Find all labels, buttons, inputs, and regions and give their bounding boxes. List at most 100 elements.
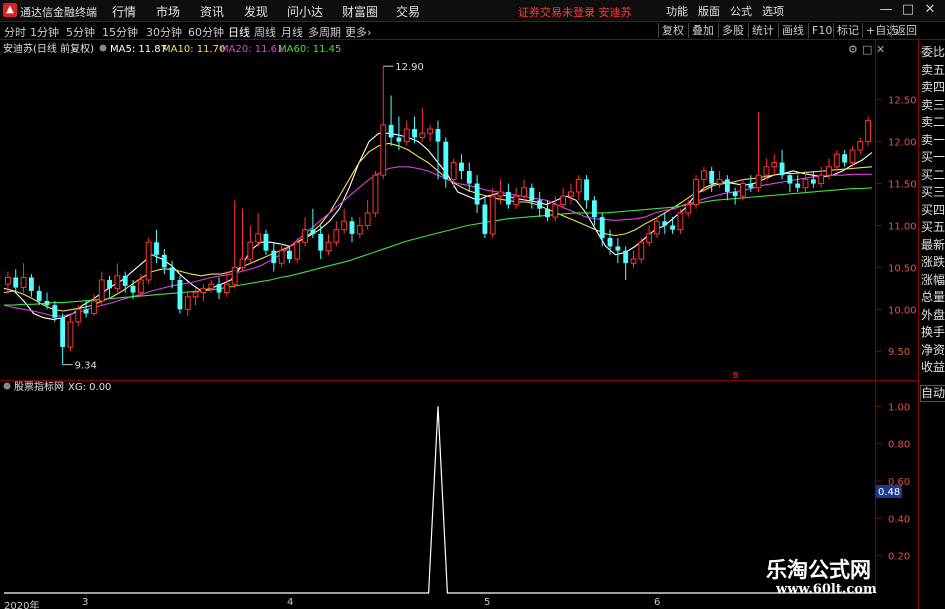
candle-body — [740, 183, 746, 197]
side-item[interactable]: 卖四 — [921, 79, 945, 95]
menu-hangqing[interactable]: 行情 — [112, 3, 136, 20]
candle-body — [646, 233, 653, 243]
menu-faxian[interactable]: 发现 — [244, 3, 268, 20]
low-label: 9.34 — [75, 361, 97, 372]
indicator-tick-label: 0.80 — [888, 440, 910, 451]
side-item[interactable]: 委比 — [921, 44, 945, 60]
date-label-month-6: 6 — [654, 597, 661, 608]
period-weekly[interactable]: 周线 — [254, 24, 276, 40]
period-60min[interactable]: 60分钟 — [188, 24, 224, 40]
pane-close-icon[interactable]: ✕ — [876, 43, 885, 56]
period-30min[interactable]: 30分钟 — [146, 24, 182, 40]
side-item[interactable]: 买三 — [921, 184, 945, 200]
pane-settings-icon[interactable]: ⚙ — [848, 43, 858, 56]
candle-body — [779, 162, 785, 176]
mark-button[interactable]: 标记 — [833, 23, 862, 38]
side-item[interactable]: 收益 — [921, 359, 945, 375]
watermark-title: 乐淘公式网 — [766, 557, 871, 582]
candle-body — [560, 195, 567, 206]
candle-body — [169, 267, 175, 280]
menu-xuanxiang[interactable]: 选项 — [762, 3, 784, 19]
side-item[interactable]: 总量 — [921, 289, 945, 305]
side-item[interactable]: 涨跌 — [921, 254, 945, 270]
candle-body — [842, 154, 848, 163]
back-button[interactable]: 返回 — [891, 23, 920, 38]
kline-chart[interactable]: 9.50 10.00 10.50 11.00 11.50 12.00 12.50 12.90… — [0, 40, 918, 381]
menu-zixun[interactable]: 资讯 — [200, 3, 224, 20]
side-item[interactable]: 卖一 — [921, 132, 945, 148]
fuquan-button[interactable]: 复权 — [658, 23, 687, 38]
candle-body — [693, 178, 699, 206]
side-item[interactable]: 买五 — [921, 219, 945, 235]
menu-banmian[interactable]: 版面 — [698, 3, 720, 19]
candle-body — [623, 250, 629, 264]
side-item[interactable]: 买二 — [921, 167, 945, 183]
side-item[interactable]: 卖二 — [921, 114, 945, 130]
candle-body — [685, 204, 692, 214]
maximize-icon[interactable]: □ — [900, 2, 916, 17]
period-daily[interactable]: 日线 — [228, 24, 250, 40]
draw-line-button[interactable]: 画线 — [778, 23, 807, 38]
candle-body — [716, 178, 723, 185]
side-item[interactable]: 外盘 — [921, 307, 945, 323]
side-item[interactable]: 涨幅 — [921, 272, 945, 288]
candle-body — [537, 200, 543, 209]
menu-jiaoyi[interactable]: 交易 — [396, 3, 420, 20]
candle-body — [28, 277, 34, 291]
candle-body — [818, 174, 825, 185]
stats-button[interactable]: 统计 — [748, 23, 777, 38]
menu-caifuquan[interactable]: 财富圈 — [342, 3, 378, 20]
indicator-dot-icon[interactable] — [3, 382, 11, 390]
candle-body — [521, 187, 527, 197]
side-item[interactable]: 卖五 — [921, 62, 945, 78]
candle-body — [263, 233, 269, 251]
candle-body — [286, 250, 292, 260]
candle-body — [44, 300, 50, 306]
settings-dot-icon[interactable] — [99, 44, 107, 52]
login-notice[interactable]: 证券交易未登录 安迪苏 — [518, 4, 632, 20]
candle-body — [177, 279, 183, 310]
candle-body — [154, 242, 159, 255]
side-item[interactable]: 卖三 — [921, 97, 945, 113]
period-more[interactable]: 更多› — [345, 24, 371, 40]
candle-body — [677, 212, 684, 231]
side-item[interactable]: 净资 — [921, 342, 945, 358]
date-label-month-4: 4 — [287, 597, 294, 608]
auto-button[interactable]: 自动 — [920, 385, 945, 402]
menu-wenxiaoda[interactable]: 问小达 — [287, 3, 323, 20]
period-multi[interactable]: 多周期 — [308, 24, 341, 40]
stock-title: 安迪苏(日线 前复权) — [3, 42, 94, 55]
candle-body — [529, 187, 535, 201]
side-item[interactable]: 换手 — [921, 324, 945, 340]
high-label: 12.90 — [395, 62, 424, 73]
period-fenshi[interactable]: 分时 — [4, 24, 26, 40]
side-item[interactable]: 最新 — [921, 237, 945, 253]
menu-gongshi[interactable]: 公式 — [730, 3, 752, 19]
multi-stock-button[interactable]: 多股 — [718, 23, 747, 38]
indicator-title: 股票指标网 — [14, 381, 64, 393]
side-item[interactable]: 买四 — [921, 202, 945, 218]
period-monthly[interactable]: 月线 — [281, 24, 303, 40]
candle-body — [700, 170, 707, 180]
close-icon[interactable]: ✕ — [922, 2, 938, 17]
candle-body — [638, 241, 645, 260]
period-5min[interactable]: 5分钟 — [66, 24, 95, 40]
candle-body — [318, 233, 324, 251]
candle-body — [474, 183, 480, 205]
pane-maximize-icon[interactable]: □ — [862, 43, 872, 56]
kline-background — [0, 40, 918, 381]
overlay-button[interactable]: 叠加 — [688, 23, 717, 38]
period-1min[interactable]: 1分钟 — [30, 24, 59, 40]
side-item[interactable]: 买一 — [921, 149, 945, 165]
menu-shichang[interactable]: 市场 — [156, 3, 180, 20]
candle-body — [724, 179, 730, 192]
f10-button[interactable]: F10 — [808, 23, 835, 38]
candle-body — [865, 120, 872, 143]
minimize-icon[interactable]: — — [878, 2, 894, 17]
period-15min[interactable]: 15分钟 — [102, 24, 138, 40]
date-label-year: 2020年 — [4, 601, 40, 609]
candle-body — [208, 283, 215, 289]
candle-body — [755, 174, 762, 189]
notice-stock-name: 安迪苏 — [598, 6, 632, 19]
menu-gongneng[interactable]: 功能 — [666, 3, 688, 19]
